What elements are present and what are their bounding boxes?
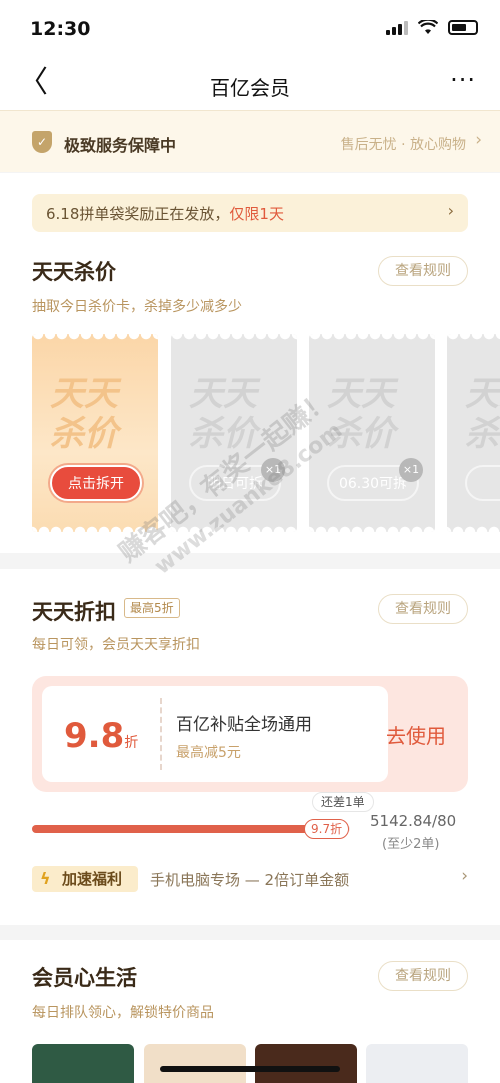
chevron-right-icon[interactable]: › [461,866,468,886]
discount-coupon: 9.8折 百亿补贴全场通用 最高减5元 去使用 [32,676,468,792]
lightning-icon: ϟ [40,869,51,888]
status-time: 12:30 [30,18,91,40]
ticket-art: 天天杀价 [50,374,118,454]
boost-tag: ϟ 加速福利 [32,866,138,892]
promo-banner[interactable]: 6.18拼单袋奖励正在发放，仅限1天 › [32,194,468,232]
coupon-name: 百亿补贴全场通用 [176,715,312,735]
progress-minimum: (至少2单) [382,837,440,852]
product-thumbnail[interactable] [366,1044,468,1083]
discount-value: 9.8折 [64,716,139,756]
daily-discount-title: 天天折扣 [32,600,116,624]
kill-price-title: 天天杀价 [32,260,116,284]
orders-remaining-tip: 还差1单 [312,792,374,812]
coupon-max-reduction: 最高减5元 [176,745,241,761]
wifi-icon [418,20,438,34]
product-thumbnail[interactable] [255,1044,357,1083]
discount-rules-button[interactable]: 查看规则 [378,594,468,624]
kill-price-rules-button[interactable]: 查看规则 [378,256,468,286]
chevron-right-icon: › [447,201,454,220]
use-coupon-button[interactable]: 去使用 [386,720,446,749]
promo-highlight: 仅限1天 [229,205,284,223]
product-thumbnail[interactable] [32,1044,134,1083]
more-icon[interactable]: ··· [450,66,476,94]
status-icons [386,20,478,35]
chevron-right-icon: › [475,130,482,150]
progress-milestone: 9.7折 [304,819,350,839]
home-indicator [160,1066,340,1072]
member-life-subtitle: 每日排队领心，解锁特价商品 [32,1005,214,1021]
discount-progress-fill [32,825,341,833]
kill-price-ticket: 天天杀价 07. [447,334,500,532]
guarantee-label: 极致服务保障中 [64,136,177,155]
page-title: 百亿会员 [210,76,290,100]
daily-discount-subtitle: 每日可领，会员天天享折扣 [32,637,200,653]
navigation-bar: 〈 百亿会员 ··· [0,58,500,110]
coupon-body: 9.8折 百亿补贴全场通用 最高减5元 [42,686,388,782]
member-life-title: 会员心生活 [32,966,137,990]
ticket-art: 天天杀价 [465,374,500,454]
ticket-locked-label: 07. [465,465,500,501]
battery-icon [448,20,478,35]
boost-description[interactable]: 手机电脑专场 — 2倍订单金额 [150,869,349,890]
kill-price-subtitle: 抽取今日杀价卡，杀掉多少减多少 [32,299,242,315]
product-thumbnail[interactable] [144,1044,246,1083]
member-life-rules-button[interactable]: 查看规则 [378,961,468,991]
cellular-signal-icon [386,20,408,35]
discount-progress-bar [32,825,350,833]
guarantee-detail: 售后无忧 · 放心购物 [340,137,466,153]
progress-count: 5142.84/80 [370,812,457,830]
service-guarantee-bar[interactable]: ✓ 极致服务保障中 售后无忧 · 放心购物 › [0,110,500,172]
shield-check-icon: ✓ [32,131,52,153]
status-bar: 12:30 [0,0,500,58]
promo-banner-text: 6.18拼单袋奖励正在发放，仅限1天 [46,205,284,223]
max-discount-badge: 最高5折 [124,598,180,618]
kill-price-ticket[interactable]: 天天杀价 点击拆开 [32,334,158,532]
ticket-count-badge: ×1 [399,458,423,482]
open-ticket-button[interactable]: 点击拆开 [50,465,142,501]
